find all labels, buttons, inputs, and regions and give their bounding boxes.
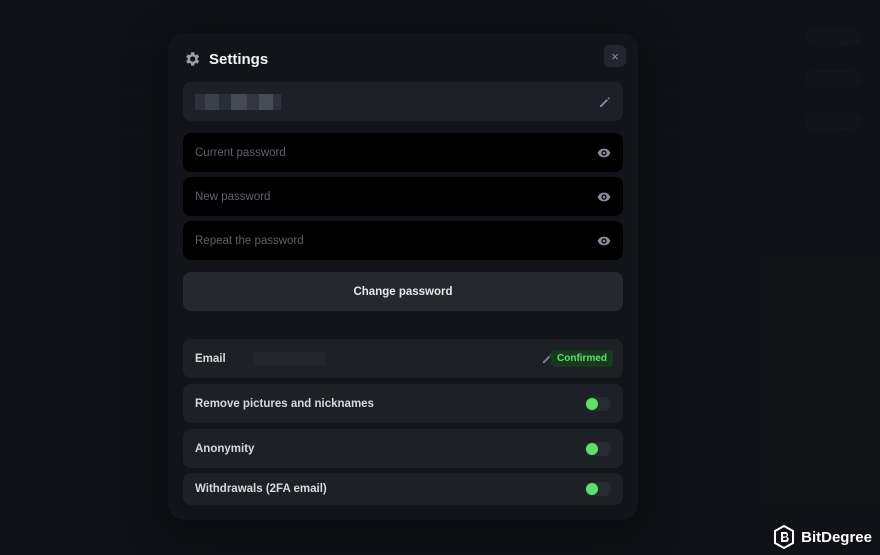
current-password-input[interactable] xyxy=(195,146,597,159)
blurred-username xyxy=(195,93,281,110)
watermark-text: BitDegree xyxy=(801,528,872,546)
repeat-password-field xyxy=(183,221,623,260)
toggle-label: Remove pictures and nicknames xyxy=(195,397,374,410)
new-password-field xyxy=(183,177,623,216)
show-password-eye-icon[interactable] xyxy=(597,190,611,204)
change-password-button[interactable]: Change password xyxy=(183,272,623,311)
toggle-knob xyxy=(586,442,598,455)
repeat-password-input[interactable] xyxy=(195,234,597,247)
remove-pictures-toggle[interactable] xyxy=(585,396,611,411)
new-password-input[interactable] xyxy=(195,190,597,203)
current-password-field xyxy=(183,133,623,172)
email-status-badge: Confirmed xyxy=(551,350,613,367)
username-field[interactable] xyxy=(183,82,623,121)
toggle-row: Remove pictures and nicknames xyxy=(183,384,623,423)
settings-modal: Settings × Change password Email Confirm… xyxy=(168,33,638,520)
toggle-knob xyxy=(586,397,598,410)
toggle-label: Withdrawals (2FA email) xyxy=(195,483,327,495)
email-label: Email xyxy=(195,352,226,365)
show-password-eye-icon[interactable] xyxy=(597,146,611,160)
edit-username-icon[interactable] xyxy=(599,96,611,108)
show-password-eye-icon[interactable] xyxy=(597,234,611,248)
toggle-knob xyxy=(586,483,598,495)
bitdegree-watermark: BitDegree xyxy=(773,525,872,549)
anonymity-toggle[interactable] xyxy=(585,441,611,456)
bitdegree-logo-icon xyxy=(773,525,795,549)
modal-header: Settings × xyxy=(183,45,626,71)
toggle-label: Anonymity xyxy=(195,442,255,455)
blurred-email xyxy=(253,351,326,366)
modal-title: Settings xyxy=(209,50,269,68)
close-button[interactable]: × xyxy=(604,45,626,67)
withdrawals-2fa-toggle[interactable] xyxy=(585,482,611,496)
toggle-row: Withdrawals (2FA email) xyxy=(183,473,623,505)
email-row: Email Confirmed xyxy=(183,339,623,378)
gear-icon xyxy=(183,50,201,68)
toggle-row: Anonymity xyxy=(183,429,623,468)
